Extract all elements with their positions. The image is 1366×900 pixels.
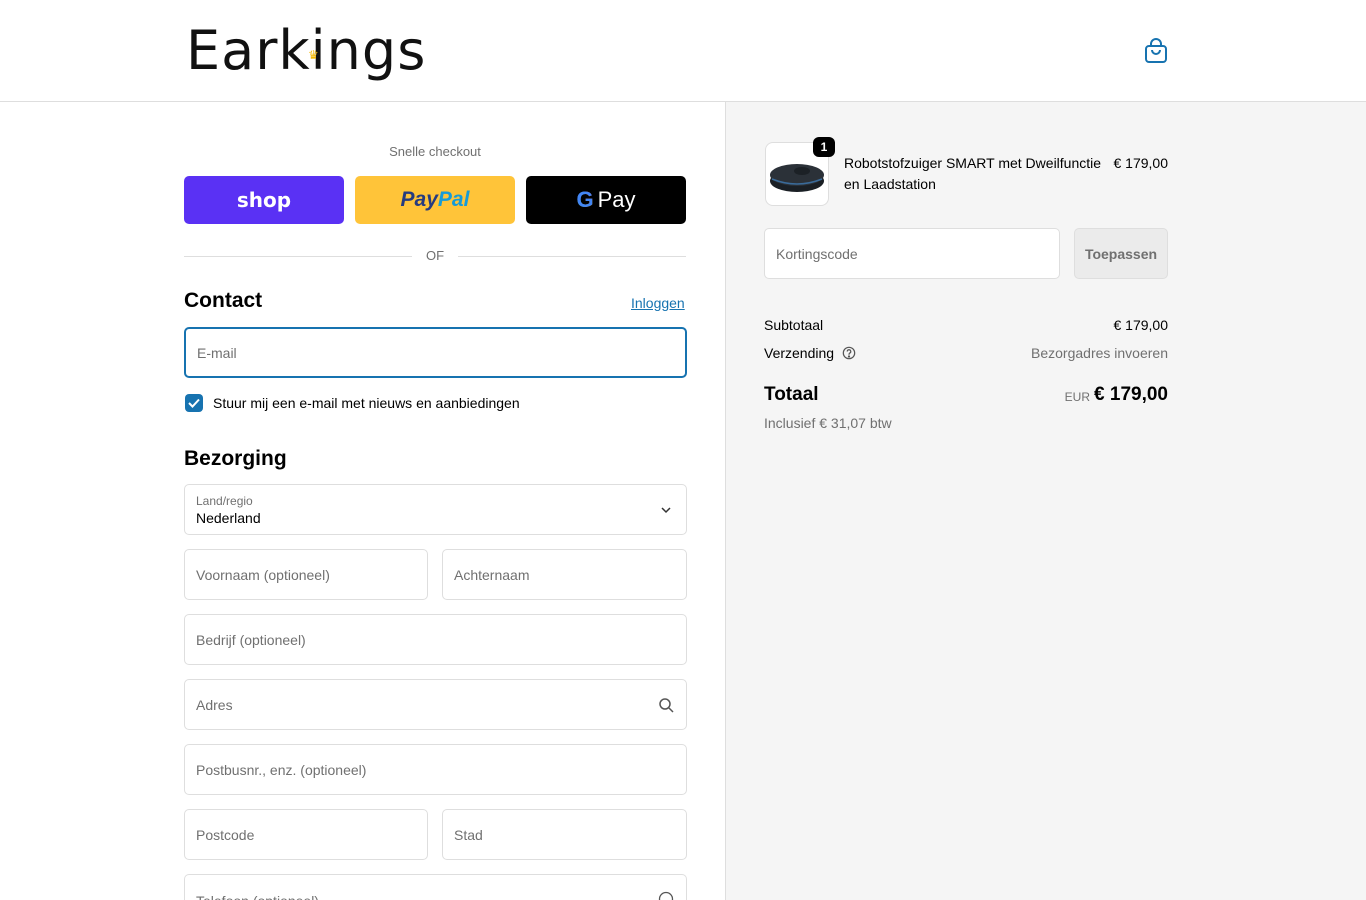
express-checkout-title: Snelle checkout xyxy=(389,144,481,159)
firstname-field[interactable] xyxy=(184,549,428,600)
postcode-input[interactable] xyxy=(185,810,427,859)
or-divider: OF xyxy=(184,248,686,264)
company-field[interactable] xyxy=(184,614,687,665)
discount-code-field[interactable] xyxy=(764,228,1060,279)
login-link[interactable]: Inloggen xyxy=(631,295,685,311)
email-input[interactable] xyxy=(186,329,685,376)
phone-field[interactable] xyxy=(184,874,687,900)
total-value: € 179,00 xyxy=(1094,384,1168,405)
header: Earkings ♛ xyxy=(0,0,1366,102)
lastname-input[interactable] xyxy=(443,550,686,599)
paypal-button[interactable]: Pay Pal xyxy=(355,176,515,224)
delivery-heading: Bezorging xyxy=(184,447,287,470)
google-g-icon: G xyxy=(576,187,594,212)
tax-note: Inclusief € 31,07 btw xyxy=(764,415,892,431)
shipping-label: Verzending xyxy=(764,345,856,361)
contact-heading: Contact xyxy=(184,289,263,312)
product-name: Robotstofzuiger SMART met Dweilfunctie e… xyxy=(844,155,1102,192)
help-icon[interactable] xyxy=(842,346,856,360)
shop-pay-button[interactable]: shop xyxy=(184,176,344,224)
apartment-field[interactable] xyxy=(184,744,687,795)
help-icon[interactable] xyxy=(658,891,674,900)
crown-icon: ♛ xyxy=(308,48,320,62)
firstname-input[interactable] xyxy=(185,550,427,599)
address-field[interactable] xyxy=(184,679,687,730)
discount-code-input[interactable] xyxy=(765,229,1059,278)
apply-discount-button[interactable]: Toepassen xyxy=(1074,228,1168,279)
city-input[interactable] xyxy=(443,810,686,859)
total-label: Totaal xyxy=(764,384,819,405)
country-select[interactable]: Land/regio Nederland xyxy=(184,484,687,535)
email-field[interactable] xyxy=(184,327,687,378)
total-currency: EUR xyxy=(1064,390,1090,404)
phone-input[interactable] xyxy=(185,875,686,900)
product-price: € 179,00 xyxy=(1113,155,1169,171)
order-summary-panel xyxy=(725,102,1366,900)
check-icon xyxy=(188,398,200,408)
apartment-input[interactable] xyxy=(185,745,686,794)
country-value: Nederland xyxy=(196,510,261,526)
google-pay-button[interactable]: G Pay xyxy=(526,176,686,224)
logo[interactable]: Earkings ♛ xyxy=(186,18,426,84)
address-input[interactable] xyxy=(185,680,686,729)
company-input[interactable] xyxy=(185,615,686,664)
quantity-badge: 1 xyxy=(813,137,835,157)
chevron-down-icon xyxy=(661,506,671,513)
subtotal-value: € 179,00 xyxy=(1113,317,1169,333)
country-label: Land/regio xyxy=(196,494,253,508)
search-icon xyxy=(659,697,674,713)
shipping-value: Bezorgadres invoeren xyxy=(1031,345,1168,361)
lastname-field[interactable] xyxy=(442,549,687,600)
newsletter-label: Stuur mij een e-mail met nieuws en aanbi… xyxy=(213,395,520,411)
shopping-bag-icon[interactable] xyxy=(1144,38,1168,64)
subtotal-label: Subtotaal xyxy=(764,317,824,333)
newsletter-checkbox[interactable] xyxy=(185,394,203,412)
city-field[interactable] xyxy=(442,809,687,860)
postcode-field[interactable] xyxy=(184,809,428,860)
